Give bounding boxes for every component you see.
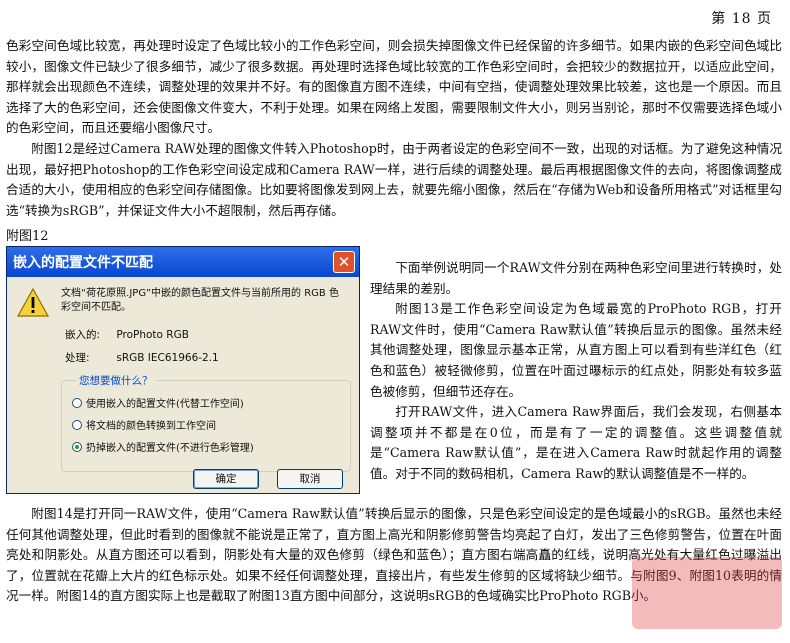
- radio-button[interactable]: [72, 397, 82, 408]
- working-value: sRGB IEC61966-2.1: [116, 352, 219, 364]
- paragraph: 色彩空间色域比较宽，再处理时设定了色域比较小的工作色彩空间，则会损失掉图像文件已…: [6, 38, 782, 136]
- option-label: 扔掉嵌入的配置文件(不进行色彩管理): [86, 443, 254, 454]
- embedded-profile-row: 嵌入的: ProPhoto RGB: [65, 327, 189, 342]
- embedded-label: 嵌入的:: [65, 329, 101, 341]
- paragraph: 下面举例说明同一个RAW文件分别在两种色彩空间里进行转换时，处理结果的差别。: [370, 260, 782, 296]
- paragraph: 附图14是打开同一RAW文件，使用“Camera Raw默认值”转换后显示的图像…: [6, 506, 782, 604]
- top-text: 色彩空间色域比较宽，再处理时设定了色域比较小的工作色彩空间，则会损失掉图像文件已…: [6, 36, 782, 221]
- options-group: 您想要做什么？ 使用嵌入的配置文件(代替工作空间) 将文档的颜色转换到工作空间 …: [61, 373, 351, 472]
- bottom-text: 附图14是打开同一RAW文件，使用“Camera Raw默认值”转换后显示的图像…: [6, 504, 782, 607]
- radio-button[interactable]: [72, 419, 82, 430]
- option-use-embedded[interactable]: 使用嵌入的配置文件(代替工作空间): [72, 395, 244, 410]
- option-label: 使用嵌入的配置文件(代替工作空间): [86, 399, 244, 410]
- ok-button[interactable]: 确定: [193, 469, 259, 489]
- profile-mismatch-dialog: 嵌入的配置文件不匹配 ✕ 文档“荷花原照.JPG”中嵌的颜色配置文件与当前所用的…: [6, 246, 360, 494]
- option-discard-embedded[interactable]: 扔掉嵌入的配置文件(不进行色彩管理): [72, 439, 254, 454]
- warning-icon: [17, 287, 49, 317]
- figure-caption: 附图12: [6, 229, 49, 244]
- option-convert-to-working[interactable]: 将文档的颜色转换到工作空间: [72, 417, 216, 432]
- paragraph: 打开RAW文件，进入Camera Raw界面后，我们会发现，右侧基本调整项并不都…: [370, 404, 782, 481]
- cancel-button[interactable]: 取消: [277, 469, 343, 489]
- dialog-title: 嵌入的配置文件不匹配: [13, 255, 153, 271]
- close-icon: ✕: [337, 253, 351, 271]
- embedded-value: ProPhoto RGB: [116, 329, 189, 341]
- paragraph: 附图12是经过Camera RAW处理的图像文件转入Photoshop时，由于两…: [6, 140, 782, 218]
- warning-row: 文档“荷花原照.JPG”中嵌的颜色配置文件与当前所用的 RGB 色彩空间不匹配。: [17, 287, 347, 319]
- close-button[interactable]: ✕: [333, 251, 355, 273]
- page-number: 第 18 页: [711, 11, 772, 27]
- options-group-title: 您想要做什么？: [76, 373, 156, 388]
- option-label: 将文档的颜色转换到工作空间: [86, 421, 216, 432]
- radio-button-selected[interactable]: [72, 441, 82, 452]
- right-text: 下面举例说明同一个RAW文件分别在两种色彩空间里进行转换时，处理结果的差别。 附…: [370, 258, 782, 485]
- working-profile-row: 处理: sRGB IEC61966-2.1: [65, 350, 219, 365]
- working-label: 处理:: [65, 352, 90, 364]
- paragraph: 附图13是工作色彩空间设定为色域最宽的ProPhoto RGB，打开RAW文件时…: [370, 301, 782, 399]
- dialog-title-bar: 嵌入的配置文件不匹配 ✕: [7, 247, 359, 277]
- warning-message: 文档“荷花原照.JPG”中嵌的颜色配置文件与当前所用的 RGB 色彩空间不匹配。: [61, 288, 339, 313]
